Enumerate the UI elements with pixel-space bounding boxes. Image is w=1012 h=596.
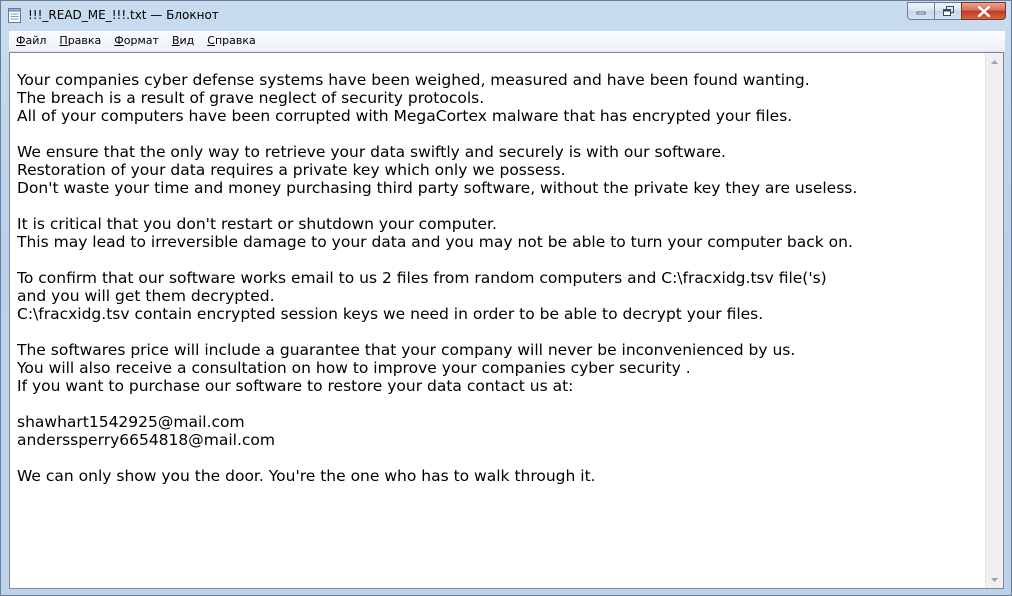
scroll-up-button[interactable] [986,53,1003,70]
menu-format[interactable]: Формат [107,31,165,51]
window-title: !!!_READ_ME_!!!.txt — Блокнот [28,8,219,22]
text-line: If you want to purchase our software to … [17,377,574,395]
text-line: We ensure that the only way to retrieve … [17,143,726,161]
text-line: It is critical that you don't restart or… [17,215,497,233]
scroll-down-button[interactable] [986,571,1003,588]
maximize-icon [942,6,954,16]
close-button[interactable] [961,2,1006,20]
text-line: To confirm that our software works email… [17,269,827,287]
title-bar[interactable]: !!!_READ_ME_!!!.txt — Блокнот [1,1,1011,29]
menu-edit[interactable]: Правка [52,31,107,51]
text-line [17,395,977,413]
notepad-icon[interactable] [8,7,21,23]
text-line: We can only show you the door. You're th… [17,467,596,485]
menu-file[interactable]: Файл [9,31,52,51]
close-icon [977,5,990,17]
notepad-window: !!!_READ_ME_!!!.txt — Блокнот Файл Правк… [0,0,1012,596]
scroll-up-arrow-icon [991,59,998,64]
text-line: Restoration of your data requires a priv… [17,161,566,179]
text-line: The breach is a result of grave neglect … [17,89,485,107]
text-line: All of your computers have been corrupte… [17,107,793,125]
text-line: shawhart1542925@mail.com [17,413,245,431]
text-line [17,449,977,467]
menu-bar: Файл Правка Формат Вид Справка [9,31,1005,52]
menu-view[interactable]: Вид [165,31,200,51]
text-line: Your companies cyber defense systems hav… [17,71,810,89]
text-line: You will also receive a consultation on … [17,359,691,377]
text-line: Don't waste your time and money purchasi… [17,179,858,197]
text-line [17,251,977,269]
text-line [17,125,977,143]
menu-help[interactable]: Справка [200,31,261,51]
maximize-button[interactable] [934,2,961,20]
text-line: anderssperry6654818@mail.com [17,431,276,449]
text-line: and you will get them decrypted. [17,287,275,305]
text-editor[interactable]: Your companies cyber defense systems hav… [9,52,1004,589]
document-text[interactable]: Your companies cyber defense systems hav… [17,71,977,581]
minimize-button[interactable] [907,2,934,20]
text-line: This may lead to irreversible damage to … [17,233,853,251]
text-line: The softwares price will include a guara… [17,341,796,359]
text-line: C:\fracxidg.tsv contain encrypted sessio… [17,305,764,323]
vertical-scrollbar[interactable] [985,53,1003,588]
caption-buttons [907,2,1006,21]
text-line [17,323,977,341]
minimize-icon [916,11,926,15]
scroll-down-arrow-icon [991,577,998,582]
text-line [17,197,977,215]
